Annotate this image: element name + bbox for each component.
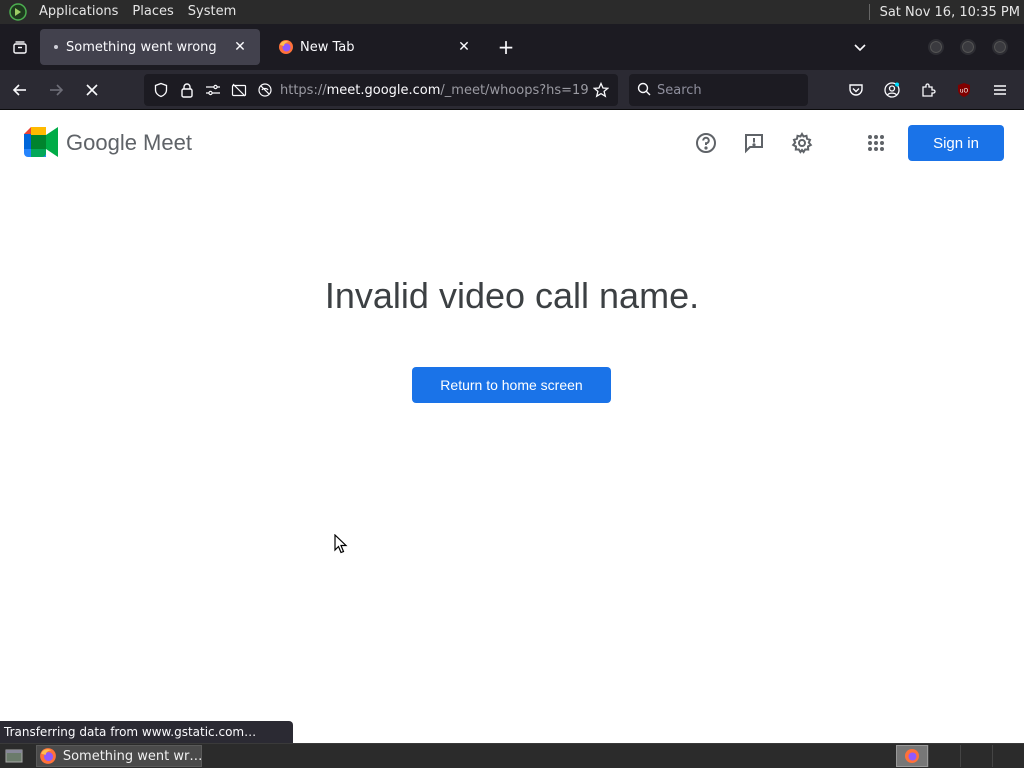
address-bar[interactable]: https://meet.google.com/_meet/whoops?hs=… bbox=[144, 74, 618, 106]
tab-title: New Tab bbox=[300, 39, 355, 55]
google-meet-brand[interactable]: Google Meet bbox=[66, 130, 192, 156]
tab-something-went-wrong[interactable]: Something went wrong ✕ bbox=[40, 29, 260, 65]
url-host: meet.google.com bbox=[326, 82, 441, 98]
tab-strip: Something went wrong ✕ New Tab ✕ + bbox=[0, 24, 1024, 70]
mouse-pointer-icon bbox=[334, 533, 348, 558]
bottom-taskbar: Something went wr… bbox=[0, 743, 1024, 768]
firefox-icon bbox=[39, 747, 57, 765]
search-icon bbox=[637, 81, 651, 100]
ublock-origin-icon[interactable]: uO bbox=[946, 74, 982, 106]
workspace-2[interactable] bbox=[928, 745, 960, 767]
bookmark-star-icon[interactable] bbox=[590, 79, 612, 101]
forward-arrow-icon[interactable] bbox=[40, 74, 72, 106]
workspace-4[interactable] bbox=[992, 745, 1024, 767]
close-tab-icon[interactable]: ✕ bbox=[454, 37, 474, 57]
top-panel: Applications Places System Sat Nov 16, 1… bbox=[0, 0, 1024, 24]
chevron-down-icon[interactable] bbox=[844, 31, 876, 63]
help-icon[interactable] bbox=[694, 131, 718, 155]
page-content: Google Meet Sign in Invalid video call n… bbox=[0, 111, 1024, 743]
url-text[interactable]: https://meet.google.com/_meet/whoops?hs=… bbox=[280, 83, 590, 98]
new-tab-plus-icon[interactable]: + bbox=[490, 31, 522, 63]
google-apps-grid-icon[interactable] bbox=[864, 131, 888, 155]
error-title: Invalid video call name. bbox=[324, 275, 700, 316]
close-tab-icon[interactable]: ✕ bbox=[230, 37, 250, 57]
distro-logo-icon[interactable] bbox=[8, 2, 28, 22]
applications-menu[interactable]: Applications bbox=[32, 0, 125, 24]
search-bar[interactable] bbox=[629, 74, 808, 106]
svg-text:uO: uO bbox=[960, 88, 969, 95]
account-icon[interactable] bbox=[874, 74, 910, 106]
maximize-window-button[interactable] bbox=[960, 39, 976, 55]
microphone-blocked-icon[interactable] bbox=[254, 79, 276, 101]
minimize-window-button[interactable] bbox=[928, 39, 944, 55]
workspace-1[interactable] bbox=[896, 745, 928, 767]
navigation-toolbar: https://meet.google.com/_meet/whoops?hs=… bbox=[0, 70, 1024, 110]
feedback-icon[interactable] bbox=[742, 131, 766, 155]
close-window-button[interactable] bbox=[992, 39, 1008, 55]
tracking-protection-shield-icon[interactable] bbox=[150, 79, 172, 101]
show-desktop-icon[interactable] bbox=[2, 745, 26, 767]
places-menu[interactable]: Places bbox=[125, 0, 180, 24]
tab-title: Something went wrong bbox=[66, 39, 217, 55]
panel-separator bbox=[868, 4, 870, 20]
panel-clock[interactable]: Sat Nov 16, 10:35 PM bbox=[880, 5, 1024, 20]
search-input[interactable] bbox=[657, 82, 797, 98]
camera-blocked-icon[interactable] bbox=[228, 79, 250, 101]
google-meet-logo-icon[interactable] bbox=[24, 127, 58, 157]
extensions-puzzle-icon[interactable] bbox=[910, 74, 946, 106]
list-all-tabs-icon[interactable] bbox=[0, 24, 40, 70]
hamburger-menu-icon[interactable] bbox=[982, 74, 1018, 106]
pocket-icon[interactable] bbox=[838, 74, 874, 106]
meet-header: Google Meet Sign in bbox=[0, 111, 1024, 175]
status-panel: Transferring data from www.gstatic.com… bbox=[0, 721, 293, 743]
lock-icon[interactable] bbox=[176, 79, 198, 101]
sign-in-button[interactable]: Sign in bbox=[908, 125, 1004, 161]
settings-gear-icon[interactable] bbox=[790, 131, 814, 155]
taskbar-window-button[interactable]: Something went wr… bbox=[36, 745, 202, 767]
tab-loading-dot-icon bbox=[54, 45, 58, 49]
taskbar-window-label: Something went wr… bbox=[62, 748, 201, 764]
permissions-icon[interactable] bbox=[202, 79, 224, 101]
back-arrow-icon[interactable] bbox=[4, 74, 36, 106]
url-path: /_meet/whoops?hs=191& bbox=[440, 82, 590, 98]
system-menu[interactable]: System bbox=[181, 0, 243, 24]
workspace-3[interactable] bbox=[960, 745, 992, 767]
url-prefix: https:// bbox=[280, 82, 327, 98]
tab-new-tab[interactable]: New Tab ✕ bbox=[264, 29, 484, 65]
stop-loading-icon[interactable] bbox=[76, 74, 108, 106]
return-to-home-button[interactable]: Return to home screen bbox=[412, 367, 611, 403]
toolbar-right: uO bbox=[838, 74, 1018, 106]
firefox-icon bbox=[278, 39, 294, 55]
